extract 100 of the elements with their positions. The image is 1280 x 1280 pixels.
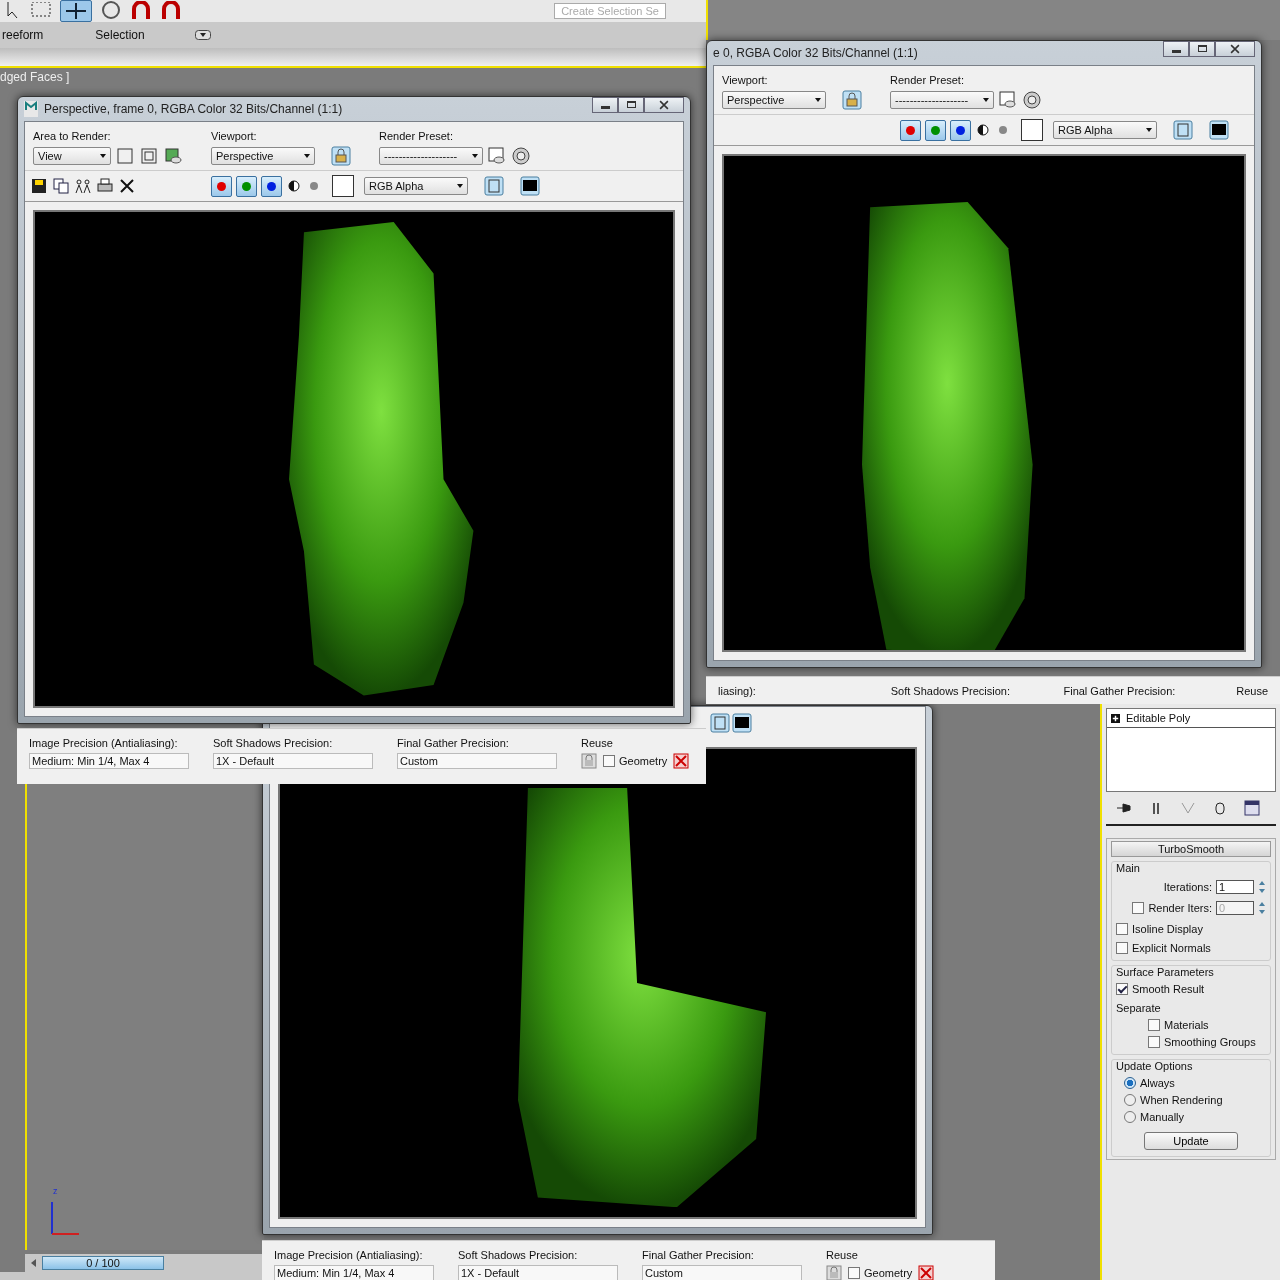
- viewport-dropdown[interactable]: Perspective: [722, 91, 826, 109]
- people-icon[interactable]: [75, 178, 91, 194]
- ribbon-tab[interactable]: Selection: [93, 28, 147, 42]
- left-arrow-icon[interactable]: [31, 1259, 36, 1267]
- display-icon[interactable]: [732, 713, 752, 733]
- window-title: Perspective, frame 0, RGBA Color 32 Bits/Channel (1:1): [44, 102, 343, 116]
- dropdown-icon[interactable]: [194, 30, 211, 40]
- expand-icon[interactable]: [1111, 713, 1120, 723]
- delete-icon[interactable]: [673, 753, 690, 769]
- separate-checkbox[interactable]: Materials: [1148, 1019, 1266, 1031]
- field-label: Render Preset:: [379, 130, 454, 142]
- window-icon[interactable]: [484, 176, 504, 196]
- spinner-icon[interactable]: [1258, 879, 1266, 895]
- magnet-icon[interactable]: [130, 1, 152, 21]
- ribbon-tab[interactable]: reeform: [0, 28, 46, 42]
- precision-field[interactable]: 1X - Default: [458, 1265, 618, 1280]
- update-radio[interactable]: Manually: [1124, 1111, 1266, 1123]
- geometry-checkbox[interactable]: Geometry: [848, 1267, 913, 1279]
- render-icon[interactable]: [163, 146, 183, 166]
- precision-field[interactable]: Custom: [642, 1265, 802, 1280]
- channel-toggle[interactable]: [900, 119, 921, 141]
- close-button[interactable]: [644, 97, 684, 113]
- copy-icon[interactable]: [53, 178, 69, 194]
- field-label: Iterations:: [1163, 881, 1212, 893]
- contrast-icon[interactable]: [975, 122, 991, 138]
- color-swatch[interactable]: [332, 175, 354, 197]
- crop-icon[interactable]: [115, 146, 135, 166]
- print-icon[interactable]: [97, 178, 113, 194]
- iterations-field[interactable]: 1: [1216, 880, 1254, 894]
- channel-toggle[interactable]: [925, 119, 946, 141]
- field-label: Soft Shadows Precision:: [213, 737, 334, 749]
- close-button[interactable]: [1215, 41, 1255, 57]
- precision-field[interactable]: Medium: Min 1/4, Max 4: [29, 753, 189, 769]
- group-title: Surface Parameters: [1116, 966, 1215, 978]
- rectangle-select-icon[interactable]: [30, 2, 52, 20]
- magnet-icon[interactable]: [160, 1, 182, 21]
- display-icon[interactable]: [520, 176, 540, 196]
- axis-label: z: [53, 1186, 58, 1196]
- window-title: e 0, RGBA Color 32 Bits/Channel (1:1): [713, 46, 918, 60]
- group-title: Main: [1116, 862, 1141, 874]
- gear-icon[interactable]: [1022, 90, 1042, 110]
- field-label: Soft Shadows Precision:: [458, 1249, 579, 1261]
- update-radio[interactable]: When Rendering: [1124, 1094, 1266, 1106]
- channel-toggle[interactable]: [261, 175, 282, 197]
- modifier-stack-item[interactable]: Editable Poly: [1107, 709, 1275, 728]
- remove-modifier-icon[interactable]: [1212, 800, 1228, 816]
- frame-counter[interactable]: 0 / 100: [42, 1256, 164, 1270]
- pin-icon[interactable]: [1116, 800, 1132, 816]
- clear-icon[interactable]: [119, 178, 135, 194]
- preset-dropdown[interactable]: --------------------: [890, 91, 994, 109]
- gear-icon[interactable]: [511, 146, 531, 166]
- update-radio[interactable]: Always: [1124, 1077, 1266, 1089]
- field-label: Render Preset:: [890, 74, 965, 86]
- display-icon[interactable]: [1209, 120, 1229, 140]
- channel-dropdown[interactable]: RGB Alpha: [364, 177, 468, 195]
- area-dropdown[interactable]: View: [33, 147, 111, 165]
- channel-toggle[interactable]: [950, 119, 971, 141]
- update-button[interactable]: Update: [1144, 1132, 1238, 1150]
- channel-toggle[interactable]: [236, 175, 257, 197]
- window-icon[interactable]: [1173, 120, 1193, 140]
- field-label: Separate: [1116, 1002, 1162, 1014]
- region-icon[interactable]: [139, 146, 159, 166]
- reuse-label: Reuse: [826, 1249, 859, 1261]
- lock-icon[interactable]: [842, 90, 862, 110]
- field-label: Image Precision (Antialiasing):: [29, 737, 179, 749]
- circle-icon[interactable]: [100, 1, 122, 21]
- field-label: Viewport:: [722, 74, 769, 86]
- configure-icon[interactable]: [1244, 800, 1260, 816]
- channel-dropdown[interactable]: RGB Alpha: [1053, 121, 1157, 139]
- render-setup-icon[interactable]: [998, 90, 1018, 110]
- render-setup-icon[interactable]: [487, 146, 507, 166]
- precision-field[interactable]: 1X - Default: [213, 753, 373, 769]
- option-checkbox[interactable]: Isoline Display: [1116, 923, 1266, 935]
- viewport-dropdown[interactable]: Perspective: [211, 147, 315, 165]
- smooth-result-checkbox[interactable]: Smooth Result: [1116, 983, 1266, 995]
- spinner-icon[interactable]: [1258, 900, 1266, 916]
- channel-toggle[interactable]: [211, 175, 232, 197]
- contrast-icon[interactable]: [286, 178, 302, 194]
- rollout-header[interactable]: TurboSmooth: [1111, 841, 1271, 857]
- move-icon[interactable]: [60, 0, 92, 22]
- field-label: Final Gather Precision:: [1063, 685, 1177, 697]
- lock-icon[interactable]: [331, 146, 351, 166]
- separate-checkbox[interactable]: Smoothing Groups: [1148, 1036, 1266, 1048]
- field-label: Image Precision (Antialiasing):: [274, 1249, 424, 1261]
- preset-dropdown[interactable]: --------------------: [379, 147, 483, 165]
- save-icon[interactable]: [31, 178, 47, 194]
- maximize-button[interactable]: [1189, 41, 1215, 57]
- minimize-button[interactable]: [592, 97, 618, 113]
- field-label: liasing):: [718, 685, 757, 697]
- precision-field[interactable]: Custom: [397, 753, 557, 769]
- field-label: Viewport:: [211, 130, 258, 142]
- color-swatch[interactable]: [1021, 119, 1043, 141]
- modifier-name: Editable Poly: [1126, 712, 1191, 724]
- option-checkbox[interactable]: Explicit Normals: [1116, 942, 1266, 954]
- delete-icon[interactable]: [918, 1265, 935, 1280]
- maximize-button[interactable]: [618, 97, 644, 113]
- app-logo-icon: [24, 101, 38, 117]
- precision-field[interactable]: Medium: Min 1/4, Max 4: [274, 1265, 434, 1280]
- geometry-checkbox[interactable]: Geometry: [603, 755, 668, 767]
- minimize-button[interactable]: [1163, 41, 1189, 57]
